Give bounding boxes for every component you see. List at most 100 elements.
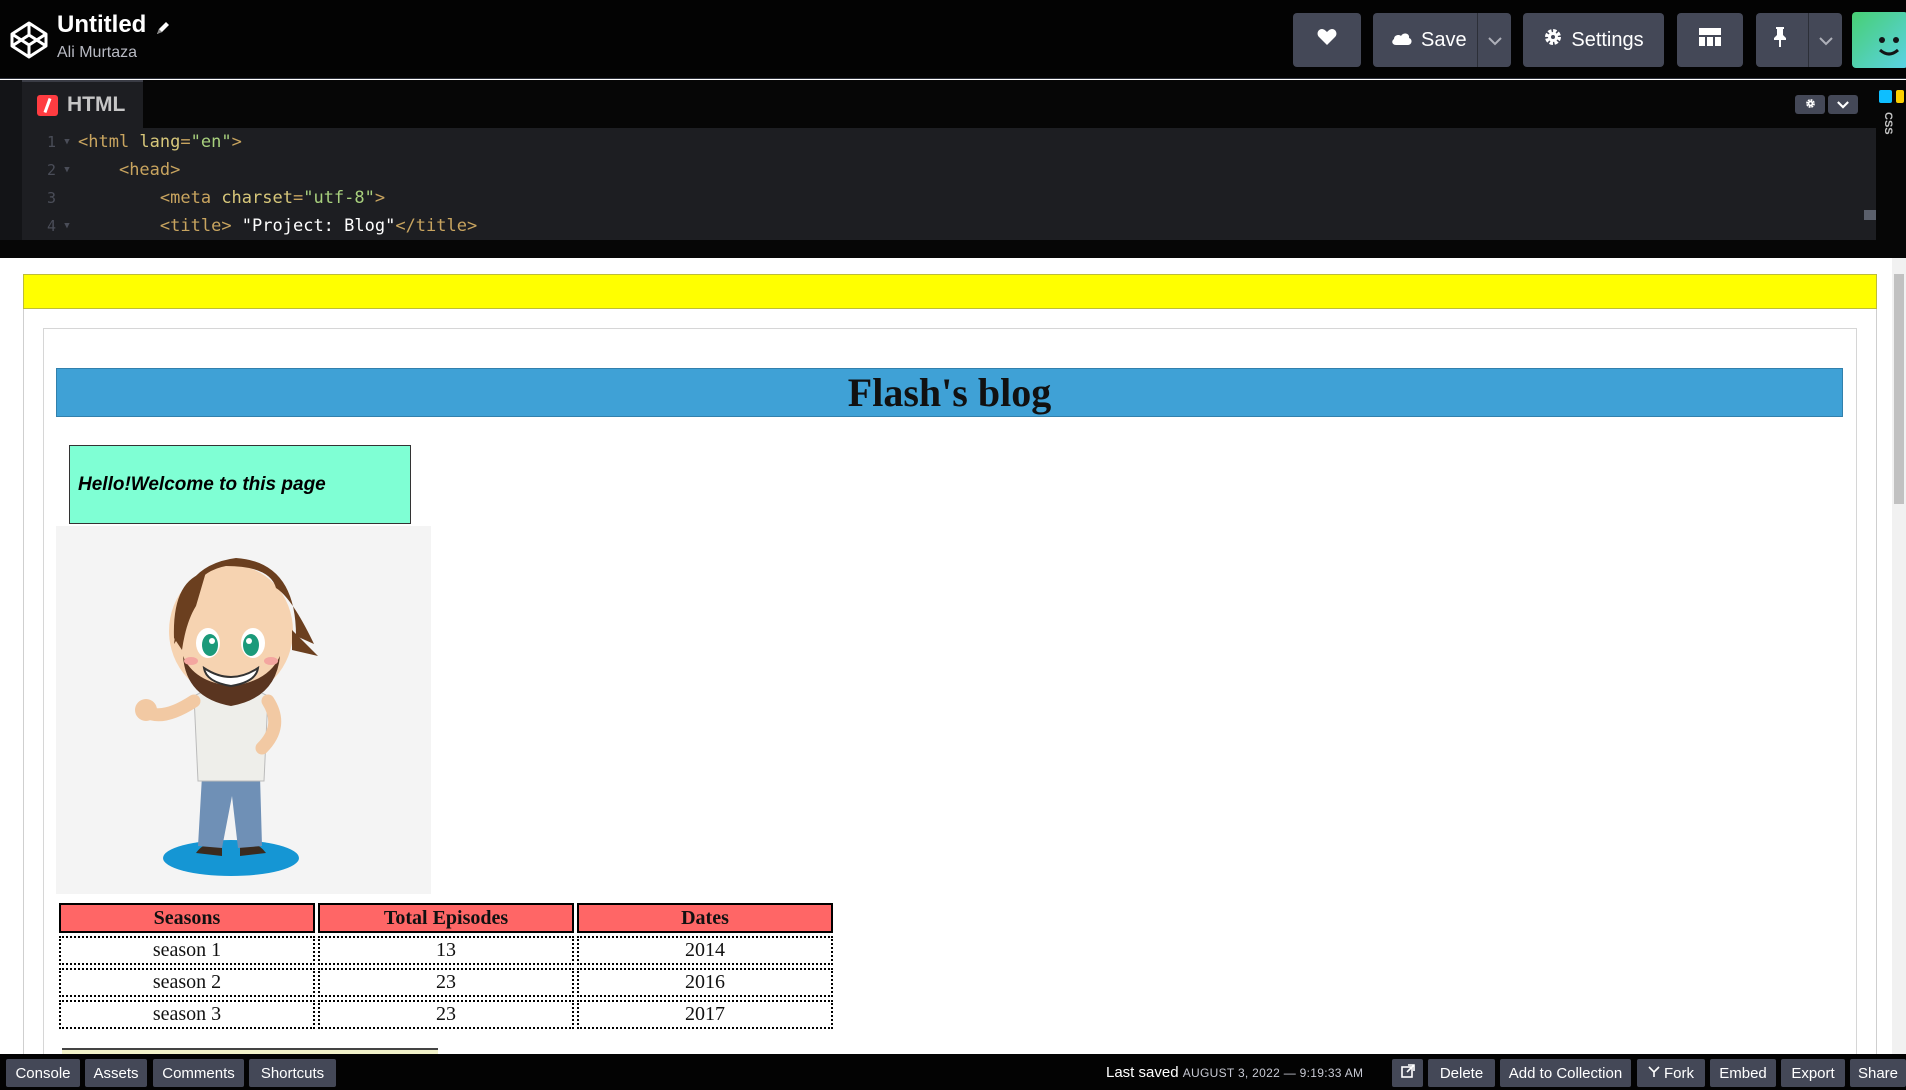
table-cell: 2017	[577, 1000, 833, 1029]
chevron-down-icon	[1487, 29, 1502, 52]
table-row: season 2 23 2016	[59, 968, 833, 997]
editor-settings-button[interactable]	[1795, 95, 1825, 114]
tab-html[interactable]: HTML	[22, 80, 143, 128]
open-external-button[interactable]	[1392, 1059, 1423, 1087]
table-cell: season 3	[59, 1000, 315, 1029]
line-number: 2	[46, 161, 56, 179]
line-number: 1	[46, 133, 56, 151]
code-text: "Project: Blog"	[231, 216, 396, 236]
share-button[interactable]: Share	[1850, 1059, 1906, 1087]
table-header: Dates	[577, 903, 833, 933]
heart-icon	[1317, 28, 1337, 52]
table-cell: season 1	[59, 936, 315, 965]
html-logo-icon	[37, 94, 58, 116]
table-row: season 3 23 2017	[59, 1000, 833, 1029]
table-cell: 13	[318, 936, 574, 965]
code-attr: lang	[129, 132, 181, 152]
code-end-tag: </title>	[395, 216, 478, 236]
gear-icon	[1805, 96, 1816, 114]
last-saved-status: Last saved AUGUST 3, 2022 — 9:19:33 AM	[1106, 1064, 1363, 1081]
blog-header: Flash's blog	[56, 368, 1843, 417]
line-number: 4	[46, 217, 56, 235]
welcome-box: Hello!Welcome to this page	[69, 445, 411, 524]
table-cell: 23	[318, 968, 574, 997]
pen-title[interactable]: Untitled	[57, 11, 146, 39]
edit-pencil-icon[interactable]	[154, 16, 172, 34]
editor-gutter-strip	[0, 80, 22, 240]
code-tag-close: >	[374, 188, 386, 208]
preview-scrollbar-thumb[interactable]	[1894, 274, 1904, 504]
css-tab-label: CSS	[1882, 112, 1894, 135]
fold-arrow-icon[interactable]: ▼	[56, 165, 78, 175]
settings-button[interactable]: Settings	[1523, 13, 1664, 67]
css-logo-icon	[1879, 90, 1892, 103]
user-avatar[interactable]	[1852, 12, 1906, 68]
table-header-row: Seasons Total Episodes Dates	[59, 903, 833, 933]
blog-title: Flash's blog	[847, 370, 1052, 415]
table-header: Seasons	[59, 903, 315, 933]
gear-icon	[1543, 27, 1563, 53]
fork-button[interactable]: Fork	[1637, 1059, 1705, 1087]
code-area[interactable]: 1 ▼ <html lang = "en" > 2 ▼ <head > 3 <meta cha…	[22, 128, 1876, 240]
result-preview: Flash's blog Hello!Welcome to this page	[0, 258, 1906, 1054]
js-logo-icon	[1896, 90, 1904, 103]
code-tag: <head	[118, 160, 171, 180]
love-button[interactable]	[1293, 13, 1361, 67]
pin-options-button[interactable]	[1808, 13, 1842, 67]
last-saved-time: AUGUST 3, 2022 — 9:19:33 AM	[1182, 1066, 1364, 1080]
fold-arrow-icon[interactable]: ▼	[56, 221, 78, 231]
external-link-icon	[1400, 1064, 1415, 1082]
code-string: "en"	[190, 132, 232, 152]
collapsed-css-editor[interactable]: CSS	[1876, 80, 1906, 240]
table-cell: 23	[318, 1000, 574, 1029]
character-image	[56, 526, 431, 894]
code-line: 3 <meta charset = "utf-8" >	[22, 184, 385, 212]
editor-collapse-button[interactable]	[1828, 95, 1858, 114]
preview-scrollbar[interactable]	[1892, 258, 1906, 1054]
tab-html-label: HTML	[67, 93, 126, 116]
fold-arrow-icon[interactable]: ▼	[56, 137, 78, 147]
editor-tab-bar: HTML	[22, 80, 1876, 128]
change-view-button[interactable]	[1677, 13, 1743, 67]
code-line: 4 ▼ <title > "Project: Blog" </title>	[22, 212, 477, 240]
code-eq: =	[292, 188, 304, 208]
author-name[interactable]: Ali Murtaza	[57, 44, 137, 62]
add-to-collection-button[interactable]: Add to Collection	[1500, 1059, 1631, 1087]
shortcuts-button[interactable]: Shortcuts	[249, 1059, 336, 1087]
save-button[interactable]: Save	[1373, 13, 1511, 67]
pin-button[interactable]	[1756, 13, 1842, 67]
console-button[interactable]: Console	[6, 1059, 80, 1087]
layout-grid-icon	[1699, 28, 1721, 52]
code-tag: <html	[78, 132, 130, 152]
code-line: 1 ▼ <html lang = "en" >	[22, 128, 242, 156]
fork-label: Fork	[1664, 1064, 1694, 1082]
chevron-down-icon	[1837, 96, 1849, 114]
export-button[interactable]: Export	[1781, 1059, 1845, 1087]
code-tag: <title	[159, 216, 222, 236]
embed-button[interactable]: Embed	[1710, 1059, 1776, 1087]
last-saved-label: Last saved	[1106, 1064, 1179, 1081]
save-options-button[interactable]	[1477, 13, 1511, 67]
code-tag-close: >	[231, 132, 242, 152]
editor-scrollbar[interactable]	[1864, 210, 1876, 220]
comments-button[interactable]: Comments	[153, 1059, 244, 1087]
codepen-logo-icon[interactable]	[9, 20, 49, 60]
table-header: Total Episodes	[318, 903, 574, 933]
settings-label: Settings	[1571, 28, 1644, 51]
table-row: season 1 13 2014	[59, 936, 833, 965]
fork-icon	[1648, 1065, 1660, 1082]
line-number: 3	[46, 189, 56, 207]
assets-button[interactable]: Assets	[85, 1059, 147, 1087]
delete-button[interactable]: Delete	[1428, 1059, 1495, 1087]
code-tag: <meta	[159, 188, 212, 208]
pin-icon	[1772, 26, 1788, 54]
editor-resize-bar[interactable]	[0, 240, 1906, 258]
pen-title-group[interactable]: Untitled	[57, 11, 172, 39]
yellow-banner	[23, 274, 1877, 309]
bottom-bar: Console Assets Comments Shortcuts Last s…	[0, 1054, 1906, 1090]
table-cell: season 2	[59, 968, 315, 997]
